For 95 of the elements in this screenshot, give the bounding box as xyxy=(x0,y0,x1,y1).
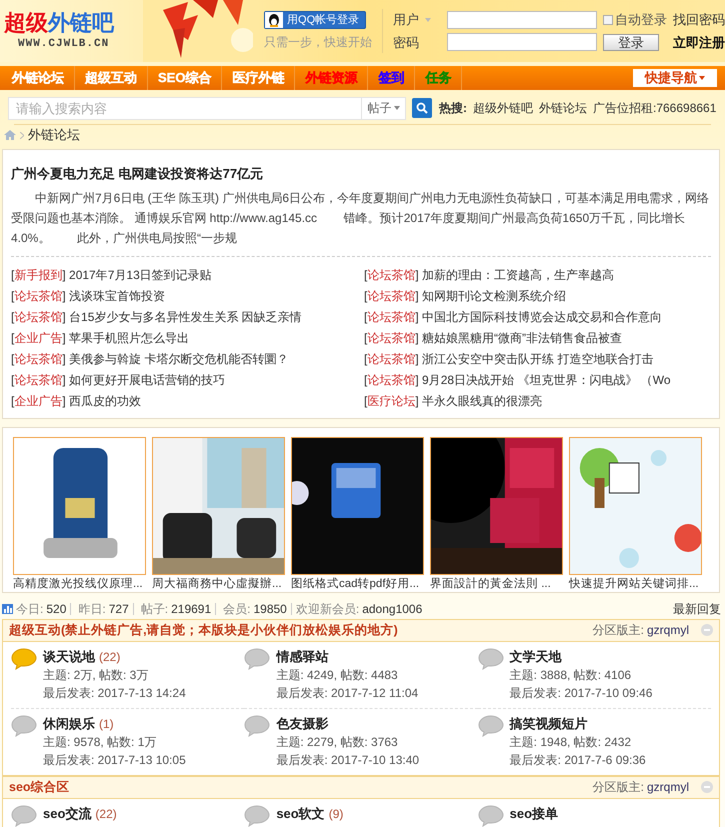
last-post: 最后发表: 2017-7-6 09:36 xyxy=(510,752,646,768)
thread-link[interactable]: [论坛茶馆] 9月28日决战开始 《坦克世界：闪电战》 （Wo xyxy=(364,370,711,390)
stat-value: 19850 xyxy=(253,600,287,618)
moderator-link[interactable]: gzrqmyl xyxy=(646,621,689,639)
search-icon xyxy=(416,102,428,114)
search-scope-dropdown[interactable]: 帖子 xyxy=(362,96,406,120)
forum-name[interactable]: 搞笑视频短片 xyxy=(510,714,588,732)
new-post-count: (9) xyxy=(328,806,344,822)
hot-search-link[interactable]: 广告位招租:766698661 xyxy=(593,99,716,117)
forum-name[interactable]: 情感驿站 xyxy=(276,648,328,666)
stat-label: 会员: xyxy=(223,600,250,618)
forum-stats: 主题: 2万, 帖数: 3万 xyxy=(43,666,150,684)
forum-stats: 主题: 3888, 帖数: 4106 xyxy=(510,666,632,684)
qq-login-button[interactable]: 用QQ帐号登录 xyxy=(264,11,366,29)
user-label[interactable]: 用户 xyxy=(393,10,419,30)
gallery-caption: 高精度激光投线仪原理... xyxy=(13,576,144,592)
thread-link[interactable]: [企业广告] 西瓜皮的功效 xyxy=(11,390,358,412)
thread-link[interactable]: [论坛茶馆] 如何更好开展电话营销的技巧 xyxy=(11,370,358,390)
welcome-label: 欢迎新会员: xyxy=(296,600,360,618)
thread-link[interactable]: [论坛茶馆] 浅谈珠宝首饰投资 xyxy=(11,286,358,306)
moderator-label: 分区版主: xyxy=(592,622,644,639)
forum-name[interactable]: seo交流 xyxy=(43,804,92,822)
forgot-password-link[interactable]: 找回密码 xyxy=(673,10,725,30)
caret-icon xyxy=(699,76,705,80)
article-title[interactable]: 广州今夏电力充足 电网建设投资将达77亿元 xyxy=(11,164,711,184)
thread-link[interactable]: [新手报到] 2017年7月13日签到记录贴 xyxy=(11,264,358,286)
bar-chart-icon xyxy=(2,604,13,614)
register-link[interactable]: 立即注册 xyxy=(673,32,725,52)
thread-link[interactable]: [论坛茶馆] 中国北方国际科技博览会达成交易和合作意向 xyxy=(364,306,711,328)
thread-link[interactable]: [论坛茶馆] 知网期刊论文检测系统介绍 xyxy=(364,286,711,306)
caret-icon xyxy=(394,106,400,110)
stat-label: 昨日: xyxy=(78,600,106,618)
stat-label: 今日: xyxy=(16,600,44,618)
gallery-caption: 周大福商務中心虛擬辦... xyxy=(152,576,283,592)
site-logo[interactable]: 超级外链吧 xyxy=(4,10,144,36)
last-post: 最后发表: 2017-7-13 14:24 xyxy=(43,684,186,702)
thread-link[interactable]: [企业广告] 苹果手机照片怎么导出 xyxy=(11,328,358,348)
hot-search-label: 热搜: xyxy=(439,100,467,117)
new-post-count: (22) xyxy=(95,806,117,822)
moderator-label: 分区版主: xyxy=(592,779,644,796)
search-button[interactable] xyxy=(412,98,432,118)
collapse-icon[interactable] xyxy=(701,624,713,636)
penguin-icon xyxy=(265,12,284,28)
forum-name[interactable]: 文学天地 xyxy=(510,648,562,666)
forum-stats: 主题: 9578, 帖数: 1万 xyxy=(43,734,158,750)
site-url: WWW.CJWLB.CN xyxy=(17,36,110,52)
stat-value: 727 xyxy=(108,600,129,618)
section-title[interactable]: seo综合区 xyxy=(9,778,70,796)
chevron-icon xyxy=(20,132,24,138)
forum-name[interactable]: seo软文 xyxy=(276,804,325,822)
last-post: 最后发表: 2017-7-12 11:04 xyxy=(276,684,418,702)
stat-value: 520 xyxy=(46,600,66,618)
qq-login-hint: 只需一步，快速开始 xyxy=(264,34,372,51)
breadcrumb-link[interactable]: 外链论坛 xyxy=(28,125,80,145)
login-button[interactable]: 登录 xyxy=(603,34,659,51)
last-post: 最后发表: 2017-7-13 10:05 xyxy=(43,752,186,768)
forum-name[interactable]: seo接单 xyxy=(510,804,558,822)
article-summary: 中新网广州7月6日电 (王华 陈玉琪) 广州供电局6日公布，今年度夏期间广州电力无电源性负荷缺口，可基本满足用电需求，网络受限问题也基本消除。 通博娱乐官网 http://www.ag145.cc 错峰。预计2017年度夏期间广州最高负荷1650万千瓦，同比增长4.0%。 此外，广州供电局按照“一步规 xyxy=(11,190,710,246)
quick-nav-button[interactable]: 快捷导航 xyxy=(633,69,717,87)
new-post-count: (1) xyxy=(99,716,114,732)
last-post: 最后发表: 2017-7-10 09:46 xyxy=(510,684,652,702)
auto-login-label[interactable]: 自动登录 xyxy=(615,10,667,30)
gallery-caption: 图纸格式cad转pdf好用... xyxy=(291,576,420,592)
new-member-link[interactable]: adong1006 xyxy=(362,600,422,618)
stat-value: 219691 xyxy=(171,600,212,618)
stat-label: 帖子: xyxy=(140,600,168,618)
username-field[interactable] xyxy=(447,10,597,29)
thread-link[interactable]: [论坛茶馆] 台15岁少女与多名异性发生关系 因缺乏亲情 xyxy=(11,306,358,328)
moderator-link[interactable]: gzrqmyl xyxy=(646,778,689,796)
thread-link[interactable]: [论坛茶馆] 美俄参与斡旋 卡塔尔断交危机能否转圜？ xyxy=(11,348,358,370)
forum-stats: 主题: 4249, 帖数: 4483 xyxy=(276,666,399,684)
home-icon[interactable] xyxy=(4,130,16,140)
password-label: 密码 xyxy=(393,34,420,52)
hot-search-link[interactable]: 超级外链吧 xyxy=(473,99,533,117)
gallery-caption: 快速提升网站关键词排... xyxy=(569,576,700,592)
caret-icon[interactable] xyxy=(425,18,431,22)
auto-login-checkbox[interactable] xyxy=(603,14,613,25)
forum-stats: 主题: 1948, 帖数: 2432 xyxy=(510,734,632,750)
password-field[interactable] xyxy=(447,33,597,52)
thread-link[interactable]: [论坛茶馆] 加薪的理由：工资越高，生产率越高 xyxy=(364,264,711,286)
forum-name[interactable]: 谈天说地 xyxy=(43,648,95,666)
thread-link[interactable]: [论坛茶馆] 浙江公安空中突击队开练 打造空地联合打击 xyxy=(364,348,711,370)
thread-link[interactable]: [医疗论坛] 半永久眼线真的很漂亮 xyxy=(364,390,711,412)
forum-name[interactable]: 休闲娱乐 xyxy=(43,714,95,732)
last-post: 最后发表: 2017-7-10 13:40 xyxy=(276,752,420,768)
forum-stats: 主题: 2279, 帖数: 3763 xyxy=(276,734,399,750)
section-title[interactable]: 超级互动(禁止外链广告,请自觉；本版块是小伙伴们放松娱乐的地方) xyxy=(9,620,398,640)
latest-replies-link[interactable]: 最新回复 xyxy=(673,600,721,618)
collapse-icon[interactable] xyxy=(701,781,713,793)
forum-name[interactable]: 色友摄影 xyxy=(276,714,328,732)
hot-search-link[interactable]: 外链论坛 xyxy=(539,99,587,117)
search-field[interactable]: 请输入搜索内容 xyxy=(8,96,362,120)
thread-link[interactable]: [论坛茶馆] 糖姑娘黑糖用“微商”非法销售食品被查 xyxy=(364,328,711,348)
new-post-count: (22) xyxy=(99,648,120,666)
gallery-caption: 界面設計的黃金法則 ... xyxy=(430,576,552,592)
